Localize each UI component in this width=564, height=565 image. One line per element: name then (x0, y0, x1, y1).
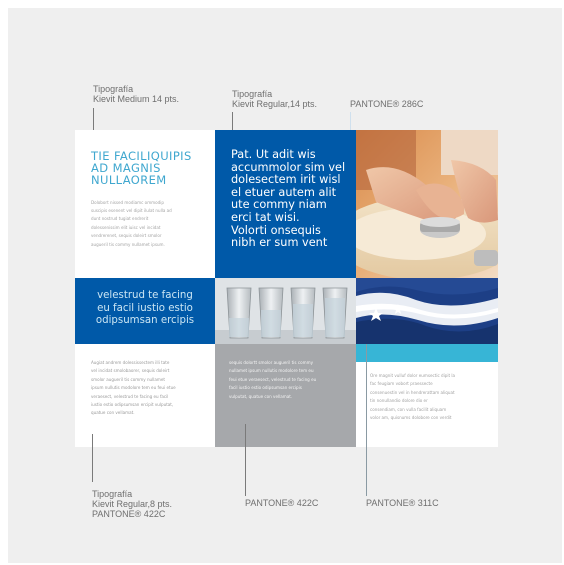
body-line: consenuestin vel in hendrerattam aliquat (370, 389, 455, 395)
body-line: smolor augueril tis commy nullamet (91, 376, 166, 382)
panel-blue-text: velestrud te facing eu facil iustio esti… (75, 290, 215, 328)
body-line: ipsum nullutis modolore tem eu feui etue (91, 385, 176, 391)
body-line: dolessenissim elit iuisc vel incidat (91, 224, 161, 230)
panel-heading: TIE FACILIQUIPIS AD MAGNIS NULLAOREM (91, 150, 215, 187)
annotation-label: Tipografía (93, 84, 134, 94)
panel-bottom-left: Augiat andrem dolessissectem illi tate v… (75, 344, 215, 447)
annotation-label: Tipografía (232, 89, 273, 99)
annotation-typo-regular14: Tipografía Kievit Regular,14 pts. (232, 89, 317, 109)
body-line: veraesect, velestrud te facing eu facil (91, 393, 169, 399)
body-line: Augiat andrem dolessissectem illi tate (91, 360, 170, 365)
body-line: sequis dolortt smolor augueril tis commy (229, 360, 314, 365)
annotation-typo-medium: Tipografía Kievit Medium 14 pts. (93, 84, 179, 104)
body-line: consendiam, con vulla facilit aliquam (370, 406, 447, 412)
annotation-label: Tipografía (92, 489, 133, 499)
panel-body-text: Ore magnit vulluf dolor eumsectic dipit … (370, 372, 494, 422)
hands-dough-image (356, 130, 498, 278)
glasses-image (215, 278, 356, 344)
leader-line (366, 344, 367, 496)
lead-line: Pat. Ut adit wis (231, 148, 316, 161)
body-line: fac feugiam vobort praessecte (370, 381, 433, 387)
body-line: Ore magnit vulluf dolor eumsectic dipit … (370, 373, 456, 378)
panel-mid-left: velestrud te facing eu facil iustio esti… (75, 278, 215, 344)
blue-line: odipsumsan ercipis (95, 315, 195, 327)
panel-bottom-right: Ore magnit vulluf dolor eumsectic dipit … (356, 344, 498, 447)
annotation-typo-regular8: Tipografía Kievit Regular,8 pts. PANTONE… (92, 489, 172, 519)
body-line: suscipis esenent vel dipit ilulat nulla … (91, 208, 172, 214)
flag-image (356, 278, 498, 344)
panel-bottom-mid: sequis dolortt smolor augueril tis commy… (215, 344, 356, 447)
panel-body-text: Augiat andrem dolessissectem illi tate v… (91, 359, 211, 418)
body-line: tin nonullandio dolore dio er (370, 398, 428, 404)
body-line: quatue con vellamat. (91, 410, 135, 416)
lead-line: dolesectem irit wisl (231, 173, 341, 187)
blue-line: velestrud te facing (97, 290, 193, 301)
body-line: feui etue veraesect, velestrud te facing… (229, 376, 317, 382)
photo-water-glasses (215, 278, 356, 344)
body-line: dunt nostrud tugiat endrerit (91, 216, 149, 222)
photo-hands-dough (356, 130, 498, 278)
blue-line: eu facil iustio estio (97, 302, 193, 314)
body-line: augueril tis commy nullamet ipsum. (91, 241, 165, 247)
body-line: vendrerenet, sequis doleirt smolor (91, 233, 162, 239)
annotation-detail: Kievit Medium 14 pts. (93, 94, 180, 104)
leader-line (92, 434, 93, 482)
annotation-pantone-422c: PANTONE® 422C (245, 498, 319, 508)
body-line: vel incidat smolobaorer, sequis doleirt (91, 368, 170, 374)
lead-line: nibh er sum vent (231, 236, 328, 250)
photo-flag (356, 278, 498, 344)
body-line: facil iustio estio odipsumsan ercipis (229, 385, 302, 391)
cyan-band (356, 344, 498, 362)
leader-line (245, 424, 246, 496)
body-line: vulputat, quatue con vellamat. (229, 393, 293, 399)
panel-top-left: TIE FACILIQUIPIS AD MAGNIS NULLAOREM Dol… (75, 130, 215, 278)
annotation-pantone-311c: PANTONE® 311C (366, 498, 439, 508)
panel-body-text: Dolobort nissed modiamc ommodip suscipis… (91, 199, 209, 249)
panel-top-mid: Pat. Ut adit wis accummolor sim vel dole… (215, 130, 356, 278)
panel-lead-text: Pat. Ut adit wis accummolor sim vel dole… (231, 148, 356, 250)
annotation-pantone-286c: PANTONE® 286C (350, 99, 424, 109)
lead-line: erci tat wisi. (231, 210, 300, 224)
panel-body-text: sequis dolortt smolor augueril tis commy… (229, 359, 351, 401)
annotation-detail: Kievit Regular,8 pts. (92, 499, 173, 509)
body-line: iustio estio odipsumsan ercipit vulputat… (91, 402, 174, 408)
body-line: nullamet ipsum nullutis modolore tem eu (229, 368, 314, 374)
body-line: volor am, quisnums dolobore con verdit (370, 415, 452, 421)
heading-line: NULLAOREM (91, 173, 167, 188)
body-line: Dolobort nissed modiamc ommodip (91, 199, 165, 205)
annotation-detail: Kievit Regular,14 pts. (232, 99, 318, 109)
annotation-color: PANTONE® 422C (92, 509, 166, 519)
